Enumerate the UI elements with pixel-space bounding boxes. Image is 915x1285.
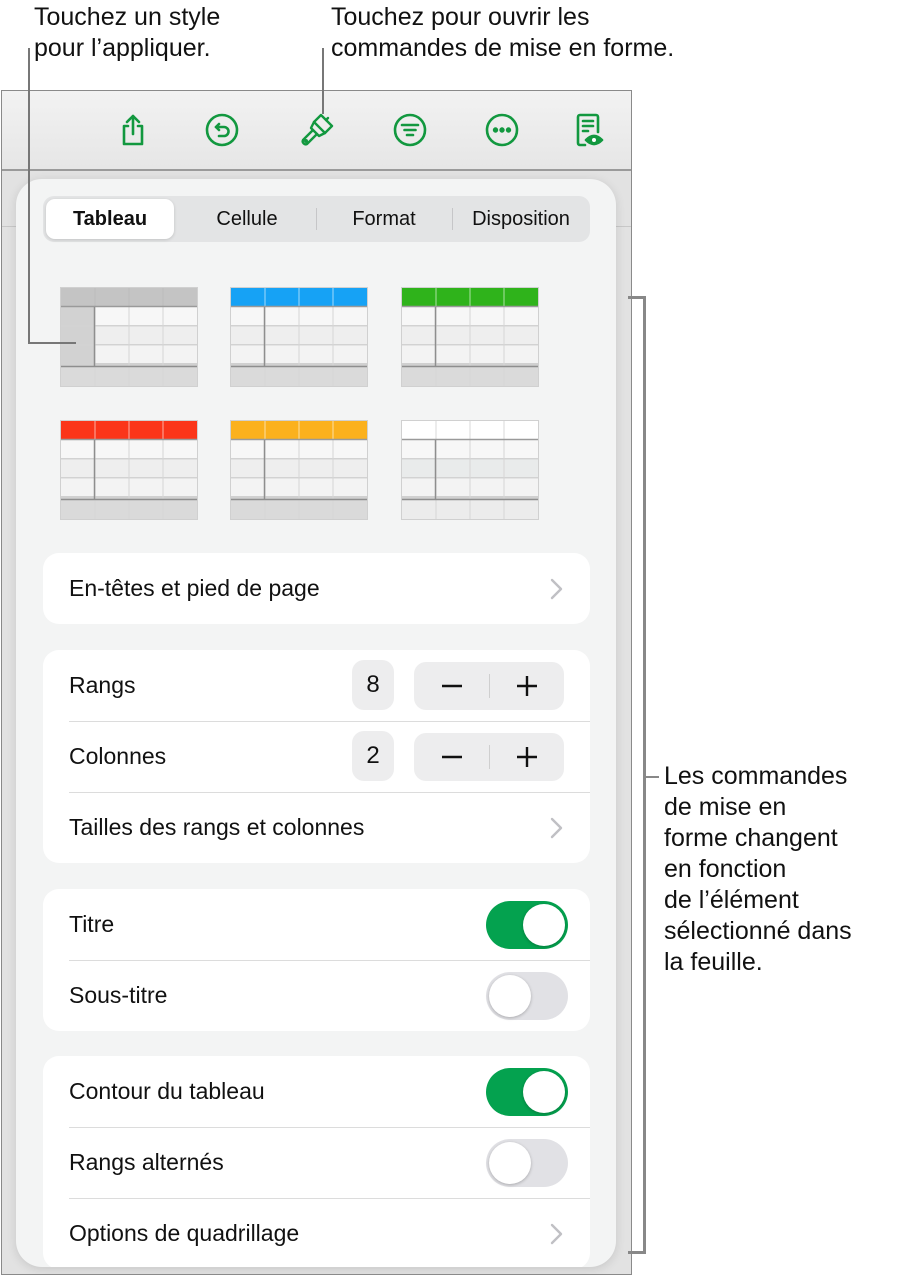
table-style-blue[interactable] xyxy=(230,287,368,387)
headers-footer-row[interactable]: En-têtes et pied de page xyxy=(43,553,590,624)
share-icon xyxy=(122,114,144,146)
more-icon xyxy=(485,113,519,147)
more-button[interactable] xyxy=(483,111,521,149)
toolbar xyxy=(2,91,631,171)
columns-decrement-button[interactable] xyxy=(414,733,489,781)
toggle-knob xyxy=(489,975,531,1017)
table-outline-row: Contour du tableau xyxy=(43,1056,590,1127)
document-view-icon xyxy=(576,113,604,147)
gridline-options-label: Options de quadrillage xyxy=(69,1220,300,1246)
minus-icon xyxy=(441,755,462,759)
table-style-preview xyxy=(230,287,368,387)
chevron-right-icon xyxy=(550,578,563,600)
columns-row: Colonnes 2 xyxy=(43,721,590,792)
tab-disposition[interactable]: Disposition xyxy=(453,199,589,239)
undo-button[interactable] xyxy=(203,111,241,149)
alternating-rows-label: Rangs alternés xyxy=(69,1149,224,1175)
headers-footer-label: En-têtes et pied de page xyxy=(69,575,320,601)
rows-decrement-button[interactable] xyxy=(414,662,489,710)
tab-format[interactable]: Format xyxy=(317,199,451,239)
subtitle-row: Sous-titre xyxy=(43,960,590,1031)
table-style-green[interactable] xyxy=(401,287,539,387)
rows-label: Rangs xyxy=(69,672,136,698)
columns-value[interactable]: 2 xyxy=(352,731,394,781)
reading-view-button[interactable] xyxy=(570,111,608,149)
subtitle-toggle[interactable] xyxy=(486,972,568,1020)
plus-icon xyxy=(516,676,537,696)
columns-label: Colonnes xyxy=(69,743,167,769)
rows-stepper xyxy=(414,662,564,710)
alternating-rows-toggle[interactable] xyxy=(486,1139,568,1187)
rows-increment-button[interactable] xyxy=(489,662,564,710)
row-column-sizes-label: Tailles des rangs et colonnes xyxy=(69,814,365,840)
title-row: Titre xyxy=(43,889,590,960)
header-column xyxy=(61,307,94,366)
callout-leader-format xyxy=(322,48,324,114)
format-tabs: Tableau Cellule Format Disposition xyxy=(43,196,590,242)
table-style-gray[interactable] xyxy=(60,287,198,387)
organize-button[interactable] xyxy=(391,111,429,149)
callout-bracket xyxy=(628,296,646,1254)
tab-tableau[interactable]: Tableau xyxy=(46,199,174,239)
app-window: Tableau Cellule Format Disposition En-tê… xyxy=(1,90,632,1275)
callout-controls-hint: Les commandes de mise en forme changent … xyxy=(664,762,852,976)
rows-row: Rangs 8 xyxy=(43,650,590,721)
paintbrush-icon xyxy=(301,113,334,146)
tab-cellule[interactable]: Cellule xyxy=(179,199,315,239)
table-style-preview xyxy=(401,420,539,520)
table-style-yellow[interactable] xyxy=(230,420,368,520)
gridline-options-row[interactable]: Options de quadrillage xyxy=(43,1198,590,1267)
table-style-preview xyxy=(60,420,198,520)
format-button[interactable] xyxy=(298,111,336,149)
filter-icon xyxy=(393,113,427,147)
title-label: Titre xyxy=(69,911,115,937)
share-button[interactable] xyxy=(114,111,152,149)
table-style-red[interactable] xyxy=(60,420,198,520)
minus-icon xyxy=(441,684,462,688)
toggle-knob xyxy=(523,904,565,946)
callout-format-hint: Touchez pour ouvrir les commandes de mis… xyxy=(331,3,675,62)
table-style-preview xyxy=(230,420,368,520)
table-outline-toggle[interactable] xyxy=(486,1068,568,1116)
chevron-right-icon xyxy=(550,1223,563,1245)
table-style-preview xyxy=(401,287,539,387)
chevron-right-icon xyxy=(550,817,563,839)
rows-columns-group: Rangs 8 Colonnes 2 Tailles des rangs et … xyxy=(43,650,590,863)
columns-increment-button[interactable] xyxy=(489,733,564,781)
toggle-knob xyxy=(523,1071,565,1113)
table-outline-label: Contour du tableau xyxy=(69,1078,265,1104)
toggle-knob xyxy=(489,1142,531,1184)
callout-leader-controls xyxy=(646,776,659,778)
table-style-preview xyxy=(60,287,198,387)
callout-leader-style xyxy=(28,48,30,344)
row-column-sizes-row[interactable]: Tailles des rangs et colonnes xyxy=(43,792,590,863)
callout-leader-style xyxy=(28,342,76,344)
rows-value[interactable]: 8 xyxy=(352,660,394,710)
alternating-rows-row: Rangs alternés xyxy=(43,1127,590,1198)
title-group: Titre Sous-titre xyxy=(43,889,590,1031)
plus-icon xyxy=(516,747,537,767)
title-toggle[interactable] xyxy=(486,901,568,949)
headers-footer-group: En-têtes et pied de page xyxy=(43,553,590,624)
callout-style-hint: Touchez un style pour l’appliquer. xyxy=(34,3,221,62)
format-popover: Tableau Cellule Format Disposition En-tê… xyxy=(16,179,616,1267)
table-style-plain[interactable] xyxy=(401,420,539,520)
border-group: Contour du tableau Rangs alternés Option… xyxy=(43,1056,590,1267)
subtitle-label: Sous-titre xyxy=(69,982,168,1008)
columns-stepper xyxy=(414,733,564,781)
undo-icon xyxy=(205,113,239,147)
